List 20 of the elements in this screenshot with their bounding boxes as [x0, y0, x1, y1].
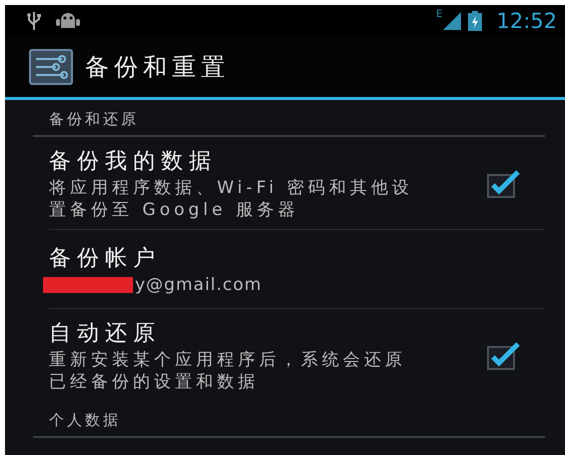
settings-sliders-icon[interactable] — [29, 49, 73, 85]
section-header: 备份和还原 — [48, 109, 140, 130]
settings-item[interactable]: 备份我的数据 将应用程序数据、Wi-Fi 密码和其他设置备份至 Google 服务器 — [33, 137, 545, 229]
account-email: y@gmail.com — [135, 274, 262, 296]
item-title: 备份帐户 — [49, 245, 161, 273]
checkbox[interactable] — [487, 169, 521, 199]
item-summary: 将应用程序数据、Wi-Fi 密码和其他设置备份至 Google 服务器 — [49, 177, 414, 221]
item-title: 备份我的数据 — [49, 148, 217, 176]
clock-time: 12:52 — [496, 9, 557, 33]
item-summary: 重新安装某个应用程序后，系统会还原已经备份的设置和数据 — [49, 349, 407, 393]
signal-icon — [442, 11, 462, 31]
item-title: 自动还原 — [49, 320, 161, 348]
screen-title: 备份和重置 — [85, 52, 230, 83]
checkbox[interactable] — [487, 341, 521, 371]
settings-item[interactable]: 备份帐户 y@gmail.com — [33, 230, 545, 308]
settings-item[interactable]: 自动还原 重新安装某个应用程序后，系统会还原已经备份的设置和数据 — [33, 309, 545, 401]
section-header: 个人数据 — [48, 410, 122, 431]
battery-charging-icon — [468, 11, 482, 31]
usb-icon — [27, 11, 41, 31]
network-type-label: E — [436, 9, 442, 20]
